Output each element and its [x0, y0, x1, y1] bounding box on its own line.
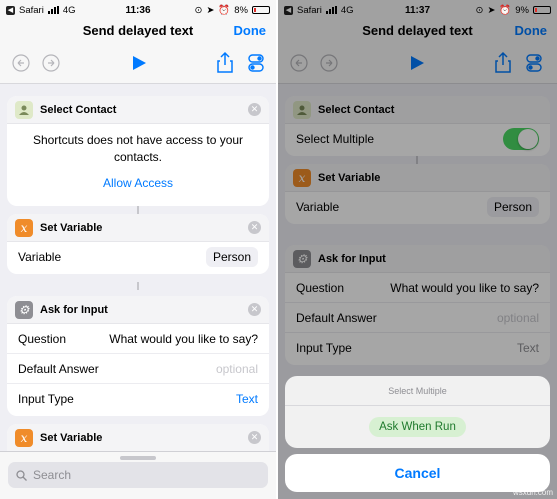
right-screen: ◀ Safari 4G 11:37 ⊙ ➤ ⏰ 9% Send delayed …: [278, 0, 557, 499]
done-button[interactable]: Done: [234, 20, 267, 42]
battery-percent: 8%: [234, 4, 248, 16]
status-bar: ◀ Safari 4G 11:36 ⊙ ➤ ⏰ 8%: [0, 0, 276, 20]
ask-for-input-action[interactable]: ⚙ Ask for Input ✕ Question What would yo…: [7, 296, 269, 416]
alarm-icon: ⏰: [218, 4, 231, 16]
undo-icon[interactable]: [12, 54, 30, 72]
ask-when-run-option[interactable]: Ask When Run: [285, 406, 550, 448]
redo-icon[interactable]: [42, 54, 60, 72]
page-title: Send delayed text: [82, 23, 194, 38]
flow-connector: [137, 206, 139, 214]
variable-label: Variable: [18, 250, 62, 264]
battery-icon: [533, 6, 551, 14]
play-icon[interactable]: [131, 55, 147, 71]
select-contact-action[interactable]: Select Contact ✕ Shortcuts does not have…: [7, 96, 269, 206]
search-input[interactable]: Search: [8, 462, 268, 488]
default-answer-row[interactable]: Default Answer optional: [7, 354, 269, 384]
battery-percent: 9%: [515, 4, 529, 16]
share-icon[interactable]: [216, 51, 234, 73]
left-screen: ◀ Safari 4G 11:36 ⊙ ➤ ⏰ 8% Send delayed …: [0, 0, 276, 499]
action-header: Select Contact ✕: [7, 96, 269, 124]
action-sheet: Select Multiple Ask When Run: [285, 376, 550, 448]
contacts-icon: [15, 100, 33, 119]
variable-name-token[interactable]: Person: [205, 247, 258, 267]
input-type-value[interactable]: Text: [236, 392, 258, 406]
action-title: Ask for Input: [40, 303, 108, 316]
nav-bar: Send delayed text Done: [0, 20, 276, 42]
row-label: Default Answer: [18, 361, 99, 376]
permission-message: Shortcuts does not have access to your c…: [32, 133, 244, 164]
variable-x-icon: x: [15, 218, 33, 237]
location-icon: ➤: [487, 4, 496, 16]
action-title: Set Variable: [40, 221, 103, 234]
action-search-panel: Search: [0, 451, 276, 499]
toolbar: [0, 42, 276, 84]
question-field[interactable]: What would you like to say?: [109, 332, 258, 346]
action-title: Select Contact: [40, 103, 117, 116]
lock-rotation-icon: ⊙: [475, 4, 484, 16]
row-label: Question: [18, 331, 67, 346]
variable-row: Variable Person: [7, 242, 269, 272]
watermark: wsxdn.com: [512, 488, 553, 497]
question-row[interactable]: Question What would you like to say?: [7, 324, 269, 354]
remove-action-icon[interactable]: ✕: [248, 221, 261, 234]
allow-access-button[interactable]: Allow Access: [7, 176, 269, 190]
action-header: x Set Variable ✕: [7, 424, 269, 452]
action-header: ⚙ Ask for Input ✕: [7, 296, 269, 324]
remove-action-icon[interactable]: ✕: [248, 303, 261, 316]
row-label: Input Type: [18, 392, 74, 406]
set-variable-action[interactable]: x Set Variable ✕ Variable Person: [7, 214, 269, 274]
settings-toggle-icon[interactable]: [248, 53, 264, 73]
search-placeholder: Search: [33, 468, 72, 482]
input-type-row[interactable]: Input Type Text: [7, 384, 269, 414]
location-icon: ➤: [206, 4, 215, 16]
action-header: x Set Variable ✕: [7, 214, 269, 242]
cancel-button[interactable]: Cancel: [285, 454, 550, 492]
remove-action-icon[interactable]: ✕: [248, 431, 261, 444]
drag-handle[interactable]: [120, 456, 156, 460]
lock-rotation-icon: ⊙: [194, 4, 203, 16]
action-title: Set Variable: [40, 431, 103, 444]
ask-when-run-label[interactable]: Ask When Run: [369, 417, 466, 437]
battery-icon: [252, 6, 270, 14]
variable-x-icon: x: [15, 428, 33, 447]
flow-connector: [137, 282, 139, 290]
search-icon: [16, 469, 27, 481]
default-answer-field[interactable]: optional: [216, 362, 258, 376]
gear-icon: ⚙: [15, 300, 33, 319]
remove-action-icon[interactable]: ✕: [248, 103, 261, 116]
alarm-icon: ⏰: [499, 4, 512, 16]
action-sheet-title: Select Multiple: [285, 376, 550, 406]
